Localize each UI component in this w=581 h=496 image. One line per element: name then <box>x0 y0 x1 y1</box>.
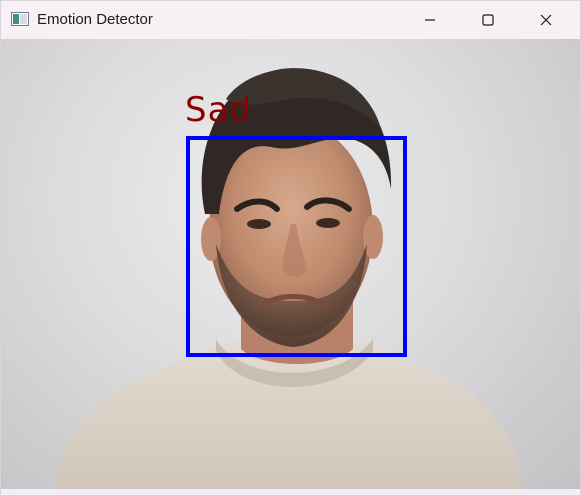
close-icon <box>540 14 552 26</box>
video-frame: Sad <box>1 39 580 489</box>
app-window-icon <box>11 12 29 26</box>
face-detection-box <box>186 136 407 357</box>
window-bottom-border <box>1 489 580 495</box>
minimize-button[interactable] <box>401 1 459 39</box>
minimize-icon <box>425 19 435 21</box>
maximize-button[interactable] <box>459 1 517 39</box>
window-title: Emotion Detector <box>37 11 153 28</box>
maximize-icon <box>482 14 494 26</box>
close-button[interactable] <box>517 1 575 39</box>
emotion-label: Sad <box>185 90 252 130</box>
title-bar[interactable]: Emotion Detector <box>1 1 580 39</box>
emotion-detector-window: Emotion Detector Sad <box>0 0 581 496</box>
